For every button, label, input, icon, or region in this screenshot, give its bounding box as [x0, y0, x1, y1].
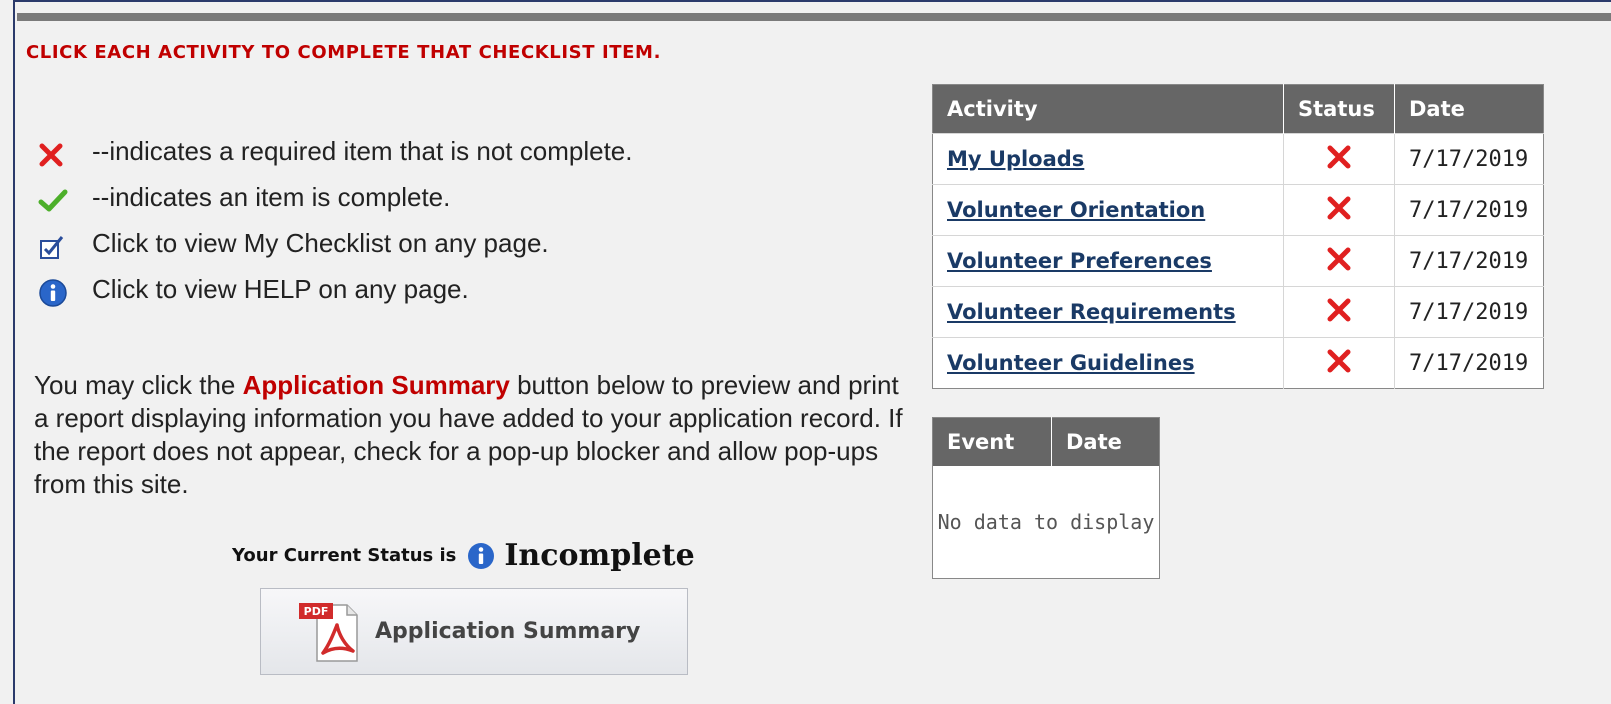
column-header-event: Event [932, 417, 1052, 466]
info-icon[interactable] [466, 541, 496, 571]
activity-date: 7/17/2019 [1394, 286, 1544, 338]
top-divider [17, 13, 1611, 21]
status-label: Your Current Status is [232, 545, 457, 566]
activity-link-volunteer-requirements[interactable]: Volunteer Requirements [947, 300, 1236, 324]
paragraph-highlight: Application Summary [242, 370, 510, 400]
column-header-date: Date [1051, 417, 1160, 466]
table-row: Volunteer Preferences 7/17/2019 [932, 235, 1544, 287]
legend-text: Click to view HELP on any page. [92, 273, 469, 304]
activity-link-volunteer-orientation[interactable]: Volunteer Orientation [947, 198, 1205, 222]
red-x-icon [1327, 145, 1351, 168]
red-x-icon [1327, 349, 1351, 372]
green-check-icon [38, 186, 78, 216]
legend-item-checklist: Click to view My Checklist on any page. [38, 224, 632, 270]
column-header-activity: Activity [932, 84, 1284, 134]
instruction-text: CLICK EACH ACTIVITY TO COMPLETE THAT CHE… [26, 42, 662, 63]
application-summary-button[interactable]: PDF Application Summary [260, 588, 688, 675]
event-table: Event Date No data to display [932, 417, 1160, 579]
activity-date: 7/17/2019 [1394, 235, 1544, 287]
table-row: Volunteer Guidelines 7/17/2019 [932, 337, 1544, 389]
status-value: Incomplete [504, 538, 695, 573]
info-icon[interactable] [38, 278, 78, 308]
activity-date: 7/17/2019 [1394, 133, 1544, 185]
legend: --indicates a required item that is not … [38, 132, 632, 316]
application-summary-label: Application Summary [375, 619, 641, 644]
red-x-icon [1327, 247, 1351, 270]
paragraph-before: You may click the [34, 370, 243, 400]
legend-text: --indicates a required item that is not … [92, 135, 633, 166]
red-x-icon [1327, 196, 1351, 219]
legend-text: Click to view My Checklist on any page. [92, 227, 549, 258]
application-summary-description: You may click the Application Summary bu… [34, 369, 914, 501]
table-row: No data to display [933, 466, 1160, 579]
current-status: Your Current Status is Incomplete [232, 538, 695, 573]
red-x-icon [1327, 298, 1351, 321]
column-header-date: Date [1394, 84, 1544, 134]
activity-link-volunteer-preferences[interactable]: Volunteer Preferences [947, 249, 1212, 273]
activity-table-header: Activity Status Date [932, 84, 1544, 134]
empty-message: No data to display [937, 510, 1155, 534]
activity-link-volunteer-guidelines[interactable]: Volunteer Guidelines [947, 351, 1195, 375]
activity-date: 7/17/2019 [1394, 184, 1544, 236]
legend-item-complete: --indicates an item is complete. [38, 178, 632, 224]
legend-item-incomplete: --indicates a required item that is not … [38, 132, 632, 178]
svg-text:PDF: PDF [304, 605, 329, 618]
event-table-header: Event Date [932, 417, 1160, 466]
legend-item-help: Click to view HELP on any page. [38, 270, 632, 316]
activity-table: Activity Status Date My Uploads 7/17/201… [932, 84, 1544, 389]
activity-link-my-uploads[interactable]: My Uploads [947, 147, 1084, 171]
table-row: Volunteer Orientation 7/17/2019 [932, 184, 1544, 236]
column-header-status: Status [1283, 84, 1395, 134]
table-row: My Uploads 7/17/2019 [932, 133, 1544, 185]
checklist-icon[interactable] [38, 232, 78, 262]
activity-date: 7/17/2019 [1394, 337, 1544, 389]
table-row: Volunteer Requirements 7/17/2019 [932, 286, 1544, 338]
red-x-icon [38, 140, 78, 170]
pdf-icon: PDF [297, 601, 361, 663]
legend-text: --indicates an item is complete. [92, 181, 451, 212]
